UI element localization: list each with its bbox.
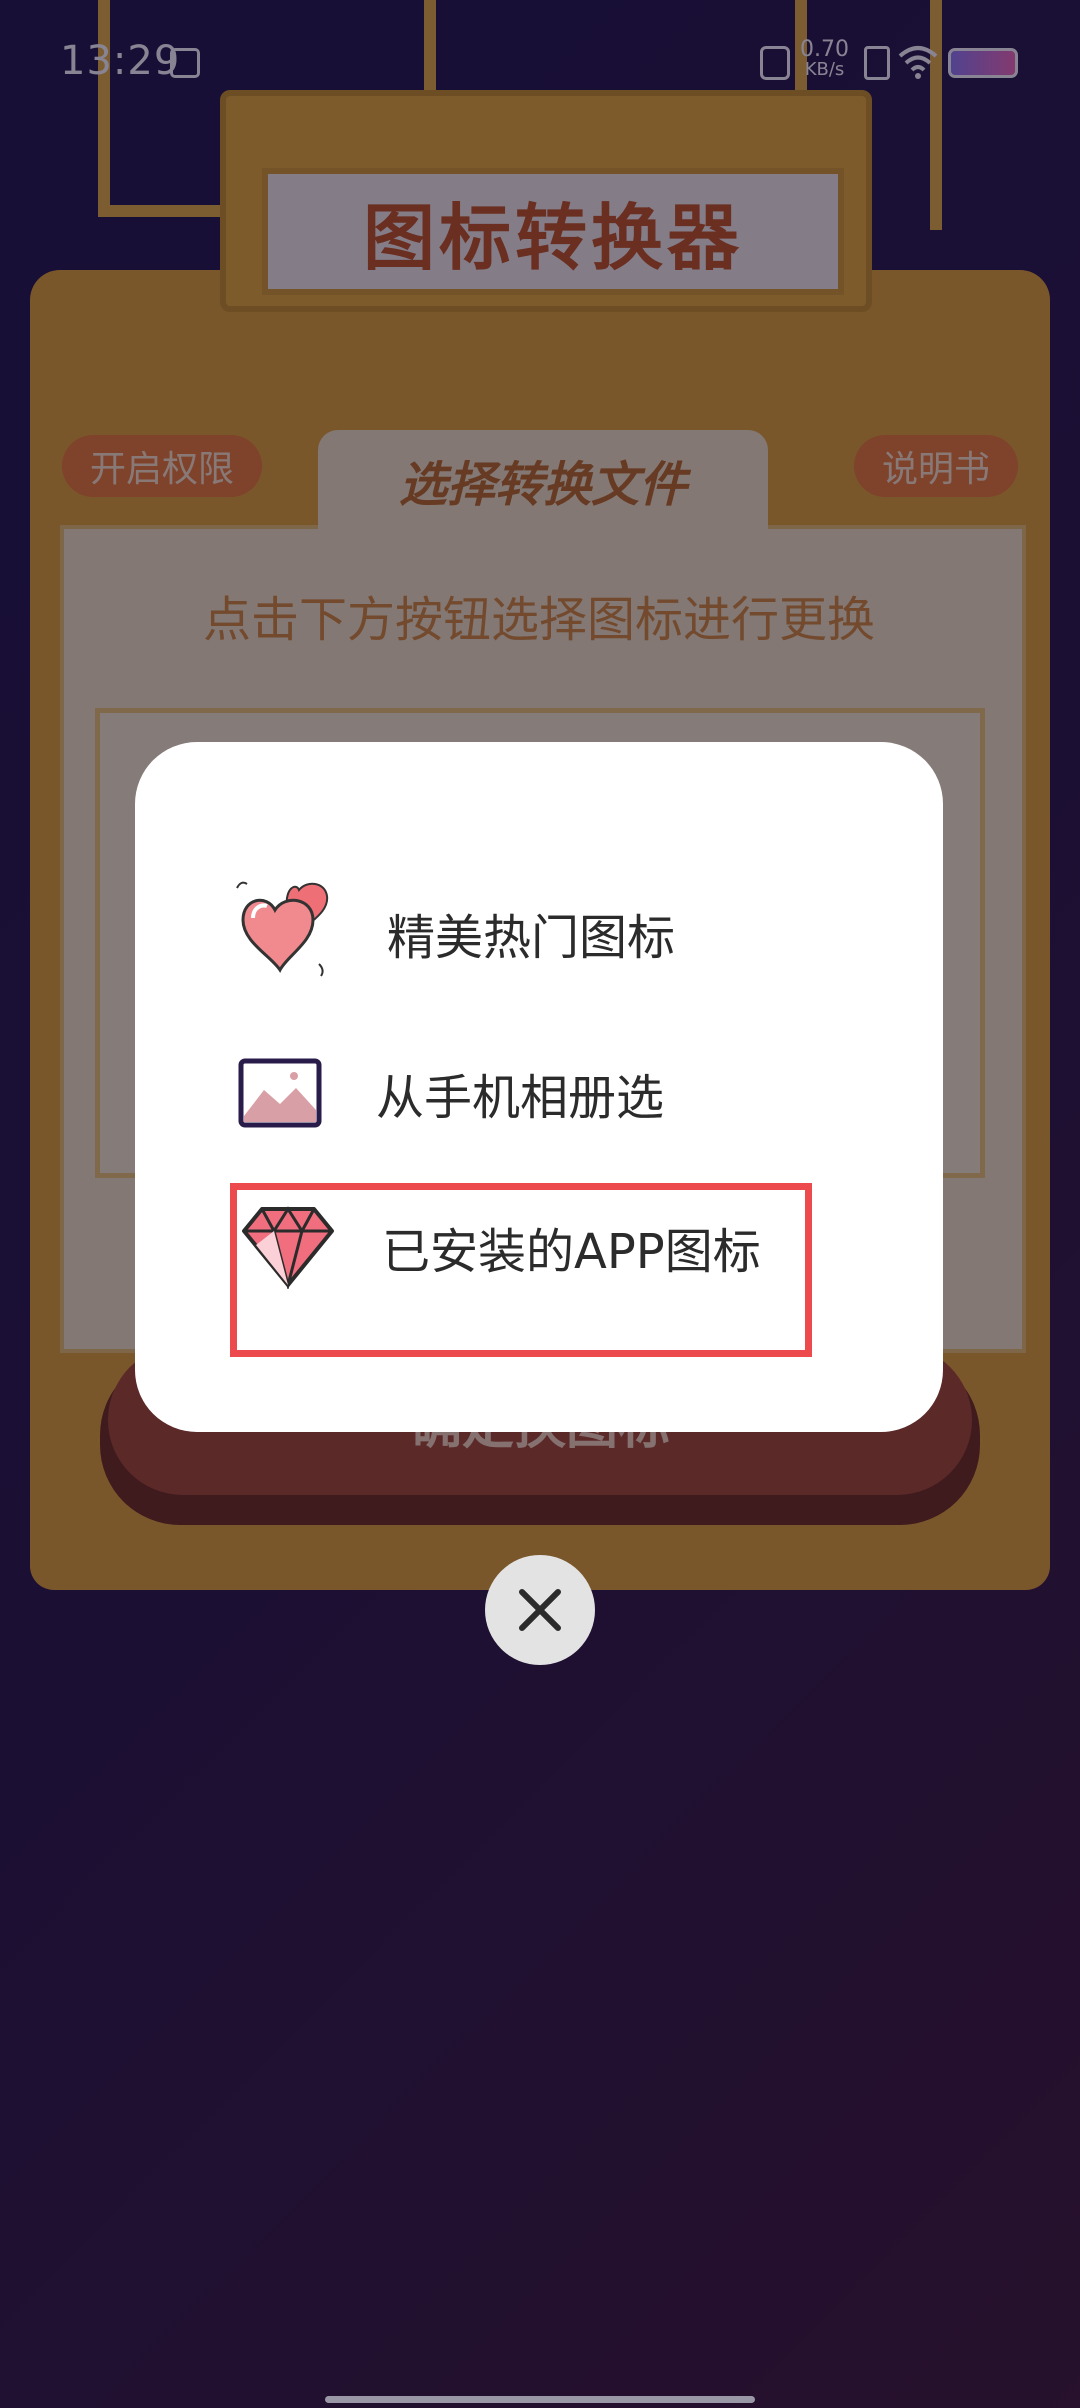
option-label: 从手机相册选	[376, 1070, 665, 1126]
highlight-box	[230, 1183, 812, 1357]
image-icon	[238, 1058, 322, 1128]
option-popular-icons[interactable]: 精美热门图标	[235, 880, 675, 985]
home-indicator[interactable]	[325, 2396, 755, 2403]
option-photo-album[interactable]: 从手机相册选	[238, 1058, 664, 1128]
close-icon	[519, 1589, 561, 1631]
option-label: 精美热门图标	[387, 909, 676, 966]
close-dialog-button[interactable]	[485, 1555, 595, 1665]
hearts-icon	[236, 881, 329, 977]
